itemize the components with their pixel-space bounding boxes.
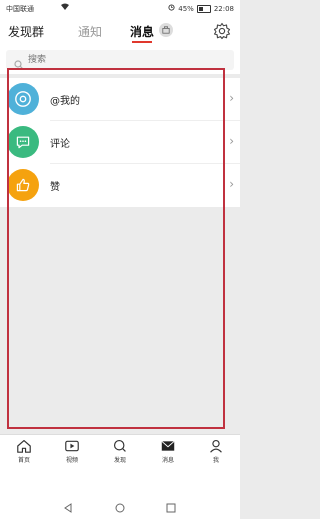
- discover-icon: [113, 439, 126, 452]
- home-circle-icon[interactable]: [115, 503, 125, 513]
- nav-video-label: 视频: [65, 457, 78, 464]
- active-tab-indicator: [132, 41, 152, 43]
- alarm-icon: [168, 4, 175, 13]
- status-right: 45% 22:08: [168, 4, 234, 13]
- contacts-button[interactable]: [159, 23, 173, 37]
- chevron-right-icon: ›: [229, 134, 234, 148]
- top-tab-bar: 发现群 通知 消息: [0, 16, 240, 46]
- carrier-label: 中国联通: [6, 5, 34, 13]
- nav-discover-label: 发现: [113, 457, 126, 464]
- search-box[interactable]: [6, 50, 234, 70]
- wifi-icon: [60, 3, 70, 13]
- nav-video[interactable]: 视频: [52, 439, 92, 464]
- nav-home[interactable]: 首页: [4, 439, 44, 464]
- highlight-frame: [7, 68, 225, 429]
- home-icon: [17, 439, 31, 453]
- recents-icon[interactable]: [166, 503, 176, 513]
- nav-discover[interactable]: 发现: [100, 439, 140, 464]
- nav-home-label: 首页: [17, 457, 30, 464]
- status-bar: 中国联通 45% 22:08: [0, 0, 240, 16]
- bottom-nav: 首页 视频 发现 消息 我: [0, 434, 240, 501]
- tab-discover-group[interactable]: 发现群: [8, 23, 44, 40]
- settings-button[interactable]: [213, 22, 231, 40]
- tab-notifications[interactable]: 通知: [78, 23, 102, 40]
- system-nav-bar: [0, 498, 240, 519]
- chevron-right-icon: ›: [229, 177, 234, 191]
- back-icon[interactable]: [63, 503, 73, 513]
- tab-messages[interactable]: 消息: [130, 23, 154, 40]
- battery-icon: [196, 4, 211, 13]
- video-icon: [65, 440, 79, 452]
- contacts-icon: [162, 26, 170, 34]
- battery-percent: 45%: [178, 4, 194, 13]
- nav-messages[interactable]: 消息: [148, 439, 188, 464]
- gear-icon: [213, 22, 231, 40]
- nav-profile-label: 我: [212, 457, 219, 464]
- time-label: 22:08: [213, 4, 234, 13]
- nav-messages-label: 消息: [161, 457, 174, 464]
- search-input[interactable]: [28, 50, 228, 70]
- message-icon: [161, 440, 175, 451]
- nav-profile[interactable]: 我: [196, 439, 236, 464]
- profile-icon: [210, 439, 222, 453]
- chevron-right-icon: ›: [229, 91, 234, 105]
